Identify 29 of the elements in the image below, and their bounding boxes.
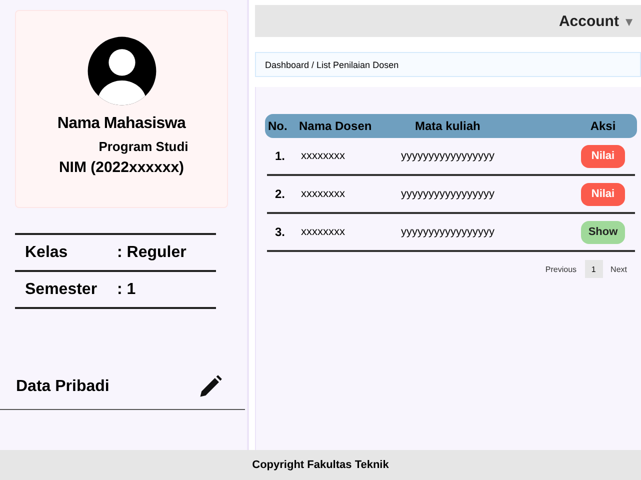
personal-data-label: Data Pribadi [16, 378, 110, 396]
table-cell-text: yyyyyyyyyyyyyyyyy [401, 150, 496, 162]
info-label: Kelas [25, 244, 69, 262]
breadcrumb: Dashboard / List Penilaian Dosen [255, 52, 641, 77]
table-cell-text: xxxxxxxx [301, 226, 346, 238]
table-cell-text: 3. [274, 225, 286, 239]
show-button[interactable]: Show [581, 220, 625, 244]
info-label: Semester [25, 280, 98, 298]
table-cell-text: xxxxxxxx [301, 150, 346, 162]
column-header: Aksi [589, 119, 617, 133]
next-link[interactable]: Next [608, 264, 629, 274]
page-button[interactable]: 1 [584, 260, 603, 278]
table-cell-text: 2. [274, 187, 286, 201]
info-value: : 1 [117, 280, 136, 298]
column-header: Nama Dosen [299, 119, 373, 133]
study-program: Program Studi [98, 139, 188, 154]
previous-link[interactable]: Previous [543, 264, 579, 274]
column-header: Mata kuliah [414, 119, 482, 133]
student-name: Nama Mahasiswa [57, 115, 186, 133]
footer: Copyright Fakultas Teknik [0, 450, 641, 480]
table-cell-text: xxxxxxxx [301, 188, 346, 200]
student-id: NIM (2022xxxxxx) [58, 159, 184, 176]
info-value: : Reguler [117, 244, 186, 262]
table-cell-text: yyyyyyyyyyyyyyyyy [401, 226, 496, 238]
column-header: No. [267, 119, 288, 133]
caret-icon: ▼ [623, 14, 635, 28]
account-menu[interactable]: Account ▼ [552, 12, 641, 30]
table-cell-text: yyyyyyyyyyyyyyyyy [401, 188, 496, 200]
table-cell-text: 1. [274, 149, 286, 163]
